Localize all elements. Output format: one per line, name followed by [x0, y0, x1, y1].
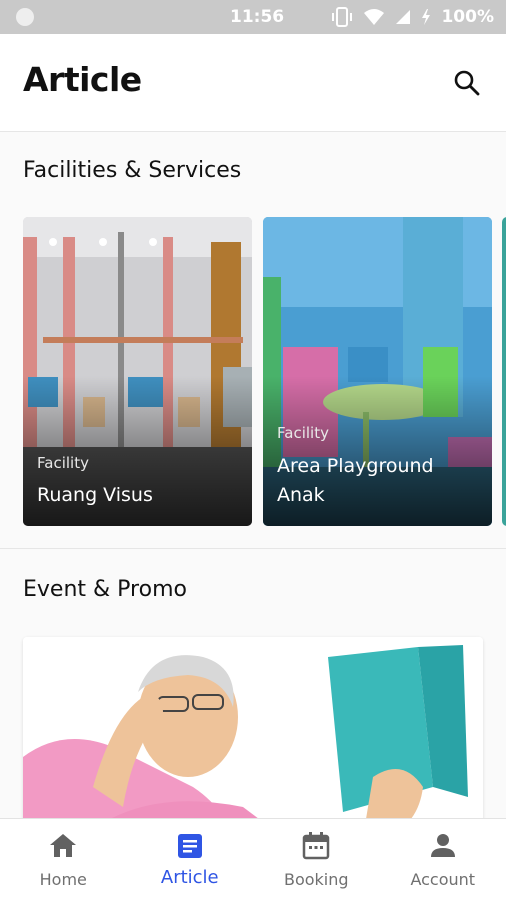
app-bar: Article	[0, 34, 506, 132]
charging-icon	[422, 9, 431, 25]
card-title: Area Playground Anak	[277, 455, 434, 506]
signal-icon	[396, 10, 411, 24]
status-time: 11:56	[230, 7, 285, 27]
facility-card-peek[interactable]	[502, 217, 506, 526]
person-icon	[430, 834, 455, 857]
nav-booking[interactable]: Booking	[253, 819, 380, 900]
card-title: Ruang Visus	[37, 484, 153, 506]
facility-card[interactable]: Facility Ruang Visus	[23, 217, 252, 526]
status-icons: 100%	[331, 7, 494, 27]
battery-percent: 100%	[441, 7, 494, 27]
search-button[interactable]	[452, 68, 482, 98]
card-category: Facility	[277, 424, 329, 442]
section-title-events: Event & Promo	[23, 577, 187, 602]
nav-label: Home	[39, 870, 87, 889]
section-divider	[0, 548, 506, 549]
facility-card[interactable]: Facility Area Playground Anak	[263, 217, 492, 526]
promo-banner[interactable]	[23, 637, 483, 818]
wifi-icon	[364, 9, 385, 25]
search-icon	[454, 70, 480, 96]
nav-account[interactable]: Account	[380, 819, 506, 900]
page-title: Article	[23, 60, 142, 99]
nav-label: Account	[410, 870, 476, 889]
vibrate-icon	[332, 7, 353, 27]
calendar-icon	[303, 832, 330, 860]
bottom-navigation: Home Article Booking Account	[0, 818, 506, 900]
article-icon	[177, 834, 202, 858]
promo-image	[23, 637, 483, 818]
home-icon	[50, 834, 77, 857]
content-area[interactable]: Facilities & Services Facility Ruang Vis…	[0, 132, 506, 818]
section-title-facilities: Facilities & Services	[23, 158, 242, 183]
card-category: Facility	[37, 454, 89, 472]
notification-dot-icon	[16, 8, 34, 26]
nav-home[interactable]: Home	[0, 819, 127, 900]
status-bar: 11:56 100%	[0, 0, 506, 34]
nav-article[interactable]: Article	[127, 819, 254, 900]
nav-label: Article	[160, 867, 219, 888]
nav-label: Booking	[283, 870, 349, 889]
facility-image	[502, 217, 506, 526]
